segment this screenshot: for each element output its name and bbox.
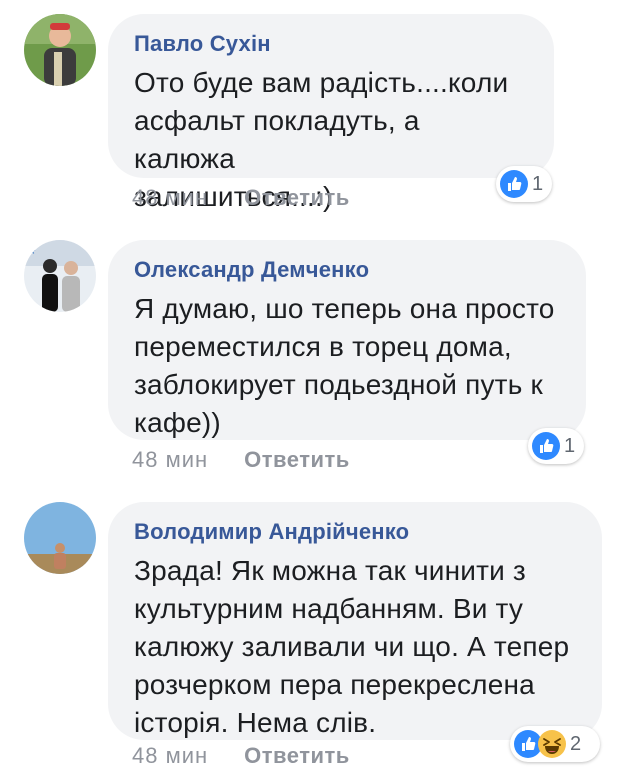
- reaction-count: 1: [532, 172, 544, 195]
- comment-text-line: кафе)): [134, 407, 221, 438]
- comment-text-line: калюжу заливали чи що. А тепер: [134, 631, 570, 662]
- comment-bubble: Павло Сухін Ото буде вам радість....коли…: [108, 14, 554, 212]
- reactions-summary[interactable]: 2: [510, 726, 600, 762]
- comment-timestamp[interactable]: 48 мин: [132, 185, 208, 210]
- reaction-count: 2: [570, 732, 582, 755]
- comment-bubble: Володимир Андрійченко Зрада! Як можна та…: [108, 502, 602, 740]
- reply-button[interactable]: Ответить: [244, 447, 350, 472]
- comment-meta: 48 мин Ответить: [132, 184, 350, 212]
- comment-text: Зрада! Як можна так чинити з культурним …: [134, 552, 576, 742]
- avatar[interactable]: [24, 14, 96, 86]
- comment-author[interactable]: Павло Сухін: [134, 30, 528, 58]
- comment-text-line: розчерком пера перекреслена: [134, 669, 535, 700]
- comment-text-line: Я думаю, шо теперь она просто: [134, 293, 555, 324]
- comment-meta: 48 мин Ответить: [132, 742, 350, 770]
- comment-bubble: Олександр Демченко Я думаю, шо теперь он…: [108, 240, 586, 440]
- avatar-photo: [24, 14, 96, 86]
- reply-button[interactable]: Ответить: [244, 185, 350, 210]
- comment-text-line: Зрада! Як можна так чинити з: [134, 555, 526, 586]
- haha-icon: [538, 730, 566, 758]
- avatar-photo: [24, 502, 96, 574]
- comment-timestamp[interactable]: 48 мин: [132, 743, 208, 768]
- comment-author[interactable]: Володимир Андрійченко: [134, 518, 576, 546]
- comment-text-line: заблокирует подьездной путь к: [134, 369, 543, 400]
- svg-text:★: ★: [28, 247, 36, 257]
- reactions-summary[interactable]: 1: [496, 166, 552, 202]
- comment-text-line: асфальт покладуть, а калюжа: [134, 105, 420, 174]
- like-icon: [532, 432, 560, 460]
- comment-text-line: переместился в торец дома,: [134, 331, 512, 362]
- comment-text-line: культурним надбанням. Ви ту: [134, 593, 524, 624]
- like-icon: [500, 170, 528, 198]
- reaction-count: 1: [564, 434, 576, 457]
- comment-author[interactable]: Олександр Демченко: [134, 256, 560, 284]
- reactions-summary[interactable]: 1: [528, 428, 584, 464]
- avatar[interactable]: ★: [24, 240, 96, 312]
- comment-meta: 48 мин Ответить: [132, 446, 350, 474]
- comment-text: Я думаю, шо теперь она просто переместил…: [134, 290, 560, 442]
- comment-timestamp[interactable]: 48 мин: [132, 447, 208, 472]
- reply-button[interactable]: Ответить: [244, 743, 350, 768]
- avatar-photo: ★: [24, 240, 96, 312]
- comment-text-line: Ото буде вам радість....коли: [134, 67, 509, 98]
- comment-text-line: історія. Нема слів.: [134, 707, 377, 738]
- avatar[interactable]: [24, 502, 96, 574]
